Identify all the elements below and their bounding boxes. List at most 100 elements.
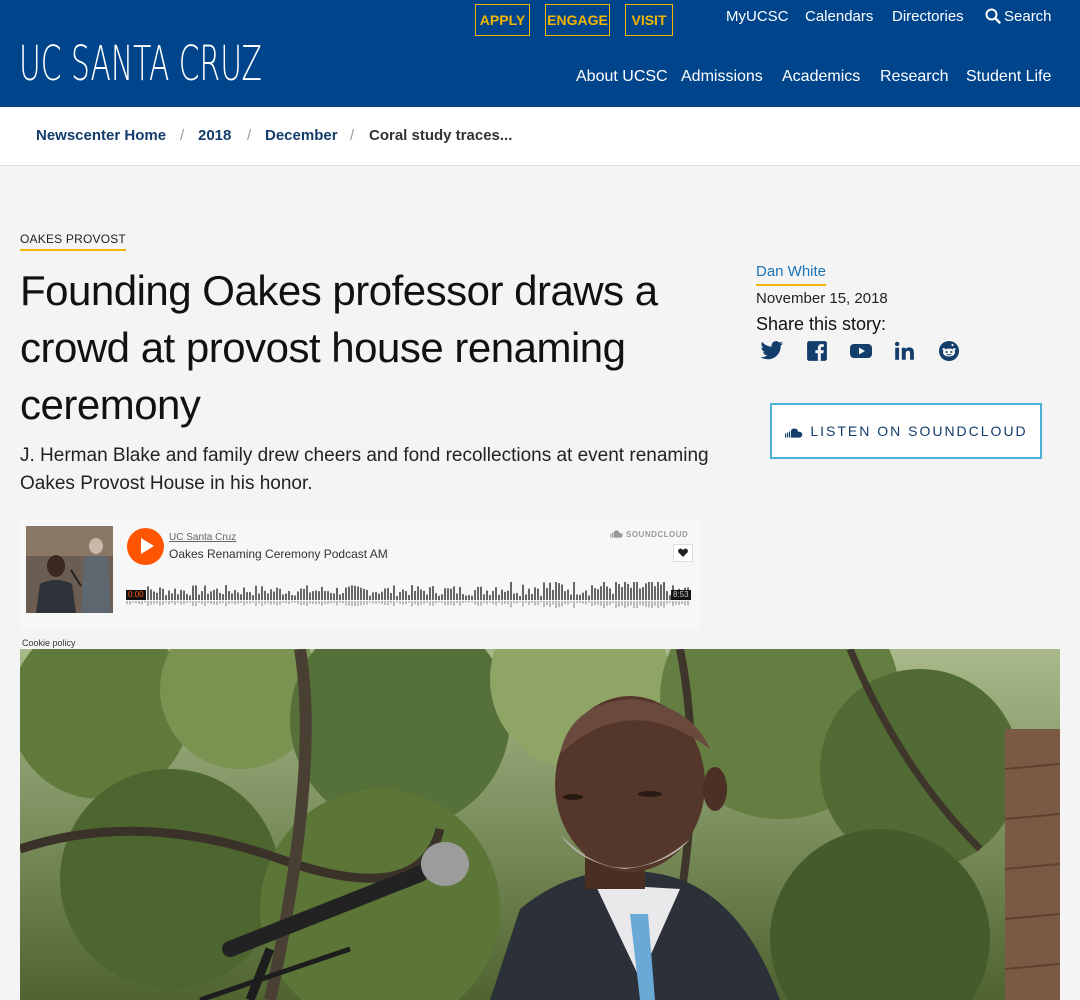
waveform-bar <box>249 592 251 600</box>
waveform-bar <box>474 590 476 600</box>
engage-button[interactable]: ENGAGE <box>545 4 610 36</box>
waveform[interactable] <box>126 582 694 608</box>
nav-admissions[interactable]: Admissions <box>681 67 763 87</box>
visit-button[interactable]: VISIT <box>625 4 673 36</box>
category-tag[interactable]: OAKES PROVOST <box>20 232 126 251</box>
reddit-icon[interactable] <box>937 340 961 362</box>
waveform-reflection <box>168 601 170 605</box>
apply-button[interactable]: APPLY <box>475 4 530 36</box>
waveform-reflection <box>210 601 212 605</box>
waveform-reflection <box>336 601 338 606</box>
waveform-reflection <box>171 601 173 604</box>
waveform-bar <box>543 582 545 600</box>
waveform-bar <box>156 592 158 600</box>
waveform-reflection <box>423 601 425 605</box>
twitter-icon[interactable] <box>760 340 784 362</box>
waveform-reflection <box>255 601 257 606</box>
directories-link[interactable]: Directories <box>892 8 964 26</box>
cookie-policy-link[interactable]: Cookie policy <box>22 638 76 648</box>
waveform-bar <box>147 586 149 600</box>
waveform-reflection <box>537 601 539 606</box>
waveform-bar <box>552 589 554 600</box>
linkedin-icon[interactable] <box>892 340 916 362</box>
waveform-bar <box>207 593 209 600</box>
waveform-bar <box>477 586 479 600</box>
nav-academics[interactable]: Academics <box>782 67 860 87</box>
waveform-bar <box>237 592 239 600</box>
waveform-reflection <box>282 601 284 603</box>
waveform-reflection <box>366 601 368 605</box>
play-button[interactable] <box>127 528 164 565</box>
track-title[interactable]: Oakes Renaming Ceremony Podcast AM <box>169 547 388 561</box>
waveform-reflection <box>585 601 587 605</box>
waveform-reflection <box>615 601 617 608</box>
author-link[interactable]: Dan White <box>756 263 827 286</box>
waveform-reflection <box>645 601 647 607</box>
youtube-icon[interactable] <box>849 340 873 362</box>
breadcrumb-2018[interactable]: 2018 <box>198 127 231 145</box>
waveform-bar <box>327 591 329 600</box>
share-label: Share this story: <box>756 314 887 334</box>
waveform-bar <box>648 582 650 600</box>
waveform-reflection <box>234 601 236 605</box>
podcast-thumbnail[interactable] <box>26 526 113 613</box>
waveform-reflection <box>312 601 314 605</box>
listen-on-soundcloud-button[interactable]: LISTEN ON SOUNDCLOUD <box>770 403 1042 459</box>
facebook-icon[interactable] <box>805 340 829 362</box>
waveform-reflection <box>450 601 452 605</box>
waveform-bar <box>519 595 521 600</box>
waveform-reflection <box>465 601 467 603</box>
myucsc-link[interactable]: MyUCSC <box>726 8 789 26</box>
ucsc-logo[interactable]: UC SANTA CRUZ <box>19 36 262 92</box>
calendars-link[interactable]: Calendars <box>805 8 873 26</box>
waveform-bar <box>537 588 539 600</box>
waveform-reflection <box>270 601 272 605</box>
waveform-bar <box>324 591 326 600</box>
soundcloud-user-link[interactable]: UC Santa Cruz <box>169 532 236 544</box>
waveform-bar <box>417 586 419 600</box>
waveform-bar <box>231 593 233 600</box>
nav-student-life[interactable]: Student Life <box>966 67 1051 87</box>
waveform-reflection <box>381 601 383 604</box>
waveform-reflection <box>531 601 533 604</box>
waveform-reflection <box>564 601 566 605</box>
waveform-reflection <box>144 601 146 603</box>
waveform-bar <box>384 588 386 600</box>
waveform-reflection <box>513 601 515 604</box>
nav-research[interactable]: Research <box>880 67 948 87</box>
waveform-reflection <box>348 601 350 606</box>
waveform-bar <box>183 590 185 600</box>
breadcrumb-newscenter-home[interactable]: Newscenter Home <box>36 127 166 145</box>
waveform-reflection <box>621 601 623 606</box>
waveform-bar <box>585 590 587 600</box>
waveform-reflection <box>189 601 191 603</box>
waveform-bar <box>639 588 641 600</box>
waveform-bar <box>456 593 458 600</box>
waveform-bar <box>201 591 203 600</box>
waveform-reflection <box>657 601 659 608</box>
soundcloud-logo[interactable]: SOUNDCLOUD <box>608 530 688 540</box>
waveform-bar <box>177 594 179 600</box>
waveform-bar <box>360 587 362 600</box>
waveform-reflection <box>411 601 413 607</box>
waveform-reflection <box>675 601 677 605</box>
waveform-bar <box>159 587 161 600</box>
waveform-bar <box>264 590 266 600</box>
waveform-reflection <box>642 601 644 606</box>
waveform-bar <box>225 585 227 600</box>
nav-about-ucsc[interactable]: About UCSC <box>576 67 668 87</box>
waveform-bar <box>582 592 584 600</box>
waveform-reflection <box>246 601 248 604</box>
waveform-bar <box>600 586 602 600</box>
search-link[interactable]: Search <box>985 8 1052 26</box>
waveform-bar <box>195 585 197 600</box>
breadcrumb-december[interactable]: December <box>265 127 338 145</box>
like-button[interactable] <box>673 544 693 562</box>
waveform-bar <box>555 582 557 600</box>
waveform-reflection <box>432 601 434 606</box>
waveform-reflection <box>156 601 158 604</box>
waveform-bar <box>663 582 665 600</box>
waveform-bar <box>210 591 212 600</box>
soundcloud-icon <box>785 428 803 438</box>
waveform-reflection <box>405 601 407 605</box>
